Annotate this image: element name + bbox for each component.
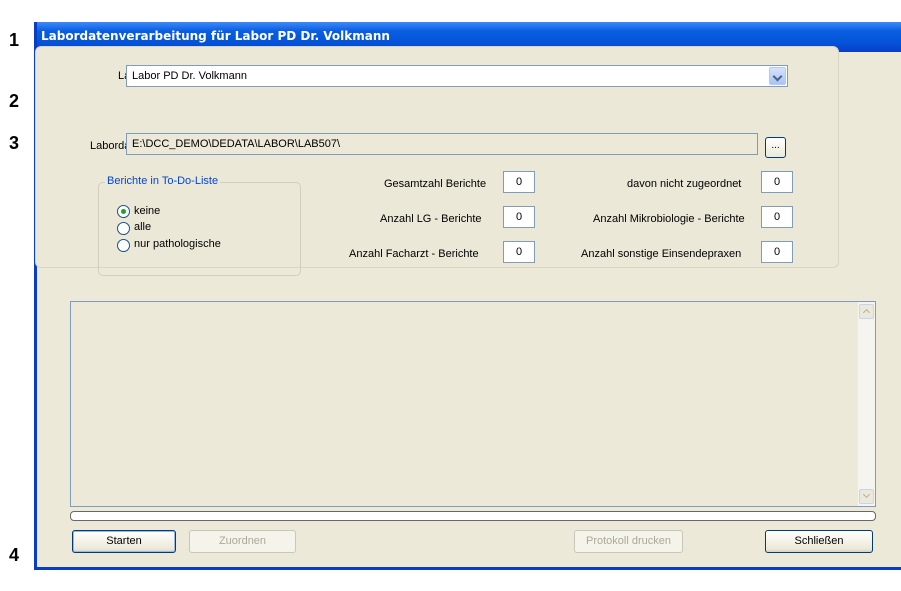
stat-value-nicht-zugeordnet: 0 [761, 171, 793, 193]
labordatei-value: E:\DCC_DEMO\DEDATA\LABOR\LAB507\ [132, 138, 341, 150]
stat-label-nicht-zugeordnet: davon nicht zugeordnet [627, 178, 742, 190]
annotation-3: 3 [9, 133, 20, 153]
stat-value-mikrobiologie: 0 [761, 206, 793, 228]
browse-button[interactable]: ... [765, 137, 786, 158]
window-title: Labordatenverarbeitung für Labor PD Dr. … [41, 29, 390, 43]
stat-label-einsendepraxen: Anzahl sonstige Einsendepraxen [581, 248, 742, 260]
stat-label-lg: Anzahl LG - Berichte [380, 213, 482, 225]
radio-keine-label[interactable]: keine [134, 205, 160, 217]
scroll-up-icon[interactable] [859, 304, 874, 319]
stat-value-facharzt: 0 [503, 241, 535, 263]
stat-value-gesamt: 0 [503, 171, 535, 193]
annotation-1: 1 [9, 30, 20, 50]
labor-value: Labor PD Dr. Volkmann [132, 70, 247, 82]
chevron-down-icon[interactable] [769, 67, 786, 85]
annotation-4: 4 [9, 545, 20, 565]
annotation-2: 2 [9, 91, 20, 111]
stat-label-gesamt: Gesamtzahl Berichte [384, 178, 487, 190]
labor-select[interactable]: Labor PD Dr. Volkmann [126, 65, 788, 87]
scroll-down-icon[interactable] [859, 489, 874, 504]
schliessen-button[interactable]: Schließen [765, 530, 873, 553]
progress-bar [70, 511, 876, 521]
stat-label-facharzt: Anzahl Facharzt - Berichte [349, 248, 479, 260]
starten-button[interactable]: Starten [72, 530, 176, 553]
log-area[interactable] [70, 301, 876, 507]
todo-legend: Berichte in To-Do-Liste [105, 175, 221, 187]
radio-pathologisch-label[interactable]: nur pathologische [134, 238, 221, 250]
protokoll-drucken-button[interactable]: Protokoll drucken [574, 530, 683, 553]
radio-keine[interactable] [117, 205, 130, 218]
stat-value-einsendepraxen: 0 [761, 241, 793, 263]
stat-label-mikrobiologie: Anzahl Mikrobiologie - Berichte [593, 213, 745, 225]
radio-alle-label[interactable]: alle [134, 221, 151, 233]
labordatei-field: E:\DCC_DEMO\DEDATA\LABOR\LAB507\ [126, 133, 758, 155]
zuordnen-button[interactable]: Zuordnen [189, 530, 296, 553]
stat-value-lg: 0 [503, 206, 535, 228]
radio-alle[interactable] [117, 222, 130, 235]
vertical-scrollbar[interactable] [858, 302, 875, 506]
radio-pathologisch[interactable] [117, 239, 130, 252]
